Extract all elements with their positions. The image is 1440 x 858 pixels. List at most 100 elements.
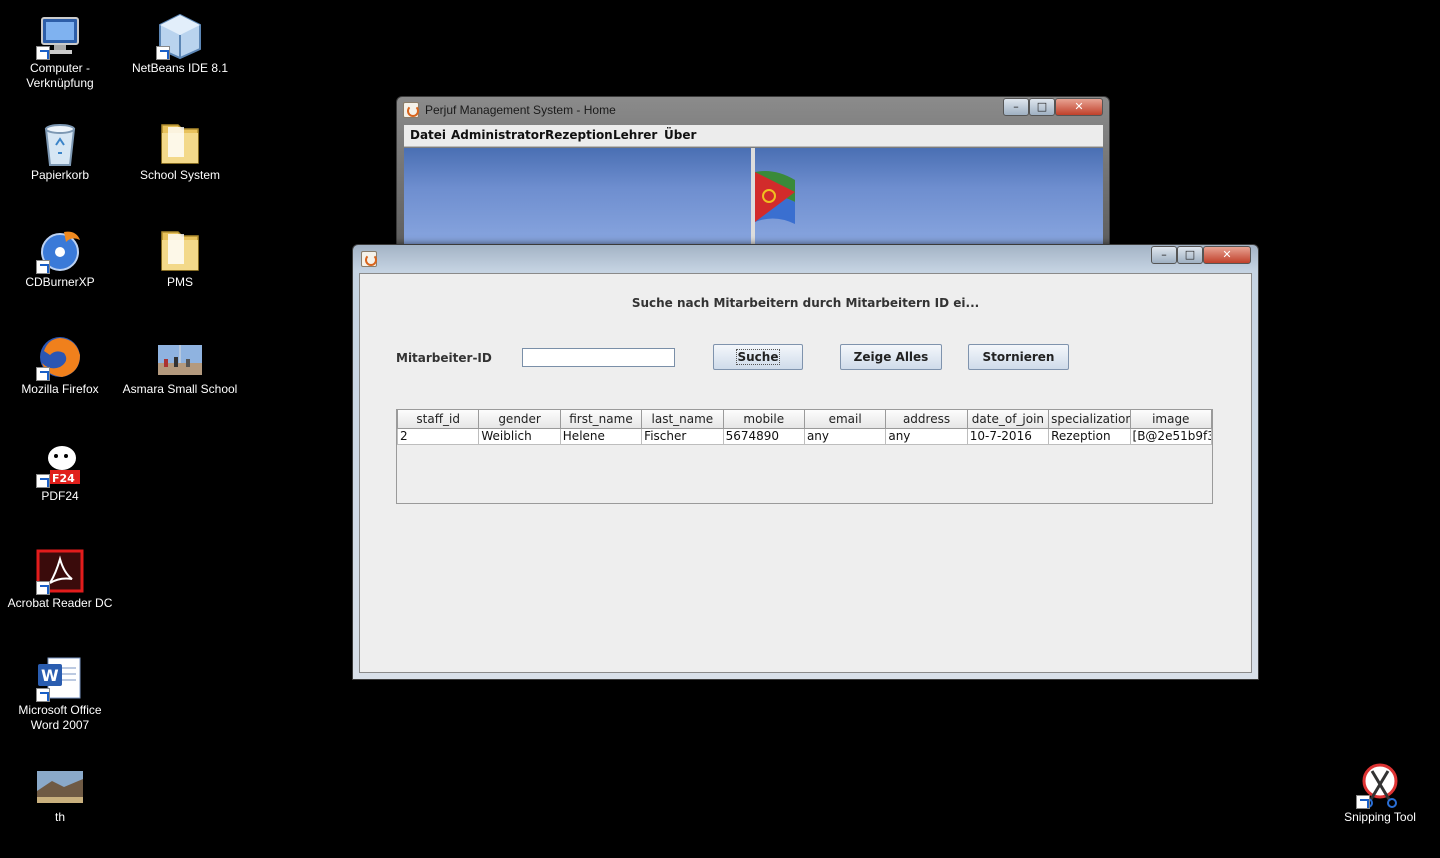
cancel-button[interactable]: Stornieren [968, 344, 1069, 370]
menu-datei[interactable]: Datei [410, 128, 446, 142]
column-header-image[interactable]: image [1129, 410, 1213, 429]
desktop-icon-cdburnerxp[interactable]: CDBurnerXP [0, 218, 120, 318]
main-window-titlebar[interactable]: Perjuf Management System - Home – □ ✕ [397, 97, 1109, 123]
desktop-icon-asmara-small-school[interactable]: Asmara Small School [120, 325, 240, 425]
photo-icon [36, 761, 84, 809]
dialog-content: Suche nach Mitarbeitern durch Mitarbeite… [359, 273, 1252, 673]
java-icon [403, 102, 419, 118]
search-heading: Suche nach Mitarbeitern durch Mitarbeite… [631, 296, 980, 310]
firefox-icon [36, 333, 84, 381]
column-header-first-name[interactable]: first_name [559, 410, 643, 429]
table-cell[interactable]: any [803, 427, 887, 445]
table-cell[interactable]: Rezeption [1048, 427, 1131, 445]
computer-icon [36, 12, 84, 60]
desktop-icon-label: Mozilla Firefox [21, 382, 99, 396]
menu-lehrer[interactable]: Lehrer [613, 128, 657, 142]
table-cell[interactable]: 5674890 [722, 427, 805, 445]
column-header-date-of-join[interactable]: date_of_join [966, 410, 1050, 429]
column-header-gender[interactable]: gender [478, 410, 561, 429]
svg-text:F24: F24 [52, 472, 75, 485]
table-cell[interactable]: Helene [559, 427, 643, 445]
menubar: Datei Administrator Rezeption Lehrer Übe… [404, 125, 1103, 147]
menu-administrator[interactable]: Administrator [451, 128, 545, 142]
scissors-icon [1356, 761, 1404, 809]
desktop-icon-label: Microsoft Office Word 2007 [18, 703, 102, 732]
column-header-email[interactable]: email [803, 410, 887, 429]
word-icon: W [36, 654, 84, 702]
table-cell[interactable]: Fischer [641, 427, 724, 445]
desktop-icon-computer[interactable]: Computer - Verknüpfung [0, 4, 120, 104]
staff-id-input[interactable] [522, 348, 675, 367]
acrobat-icon [36, 547, 84, 595]
main-window-title: Perjuf Management System - Home [425, 103, 616, 117]
table-header-row: staff_id gender first_name last_name mob… [396, 410, 1213, 429]
desktop-icon-pdf24[interactable]: F24 PDF24 [0, 432, 120, 532]
desktop-icon-label: NetBeans IDE 8.1 [131, 61, 229, 75]
menu-ueber[interactable]: Über [664, 128, 696, 142]
desktop-icon-recycle-bin[interactable]: Papierkorb [0, 111, 120, 211]
desktop-icon-acrobat-reader[interactable]: Acrobat Reader DC [0, 539, 120, 639]
home-background-image [404, 148, 1103, 248]
photo-icon [156, 333, 204, 381]
svg-text:W: W [41, 666, 59, 685]
shortcut-arrow-icon [36, 474, 50, 488]
netbeans-icon [156, 12, 204, 60]
close-button[interactable]: ✕ [1055, 98, 1103, 116]
desktop-icon-netbeans[interactable]: NetBeans IDE 8.1 [120, 4, 240, 104]
search-button-label: Suche [735, 349, 781, 365]
minimize-button[interactable]: – [1003, 98, 1029, 116]
folder-icon [156, 119, 204, 167]
shortcut-arrow-icon [36, 46, 50, 60]
maximize-button[interactable]: □ [1177, 246, 1203, 264]
staff-table-grid: staff_id gender first_name last_name mob… [396, 410, 1213, 445]
show-all-button[interactable]: Zeige Alles [840, 344, 942, 370]
column-header-specialization[interactable]: specialization [1048, 410, 1131, 429]
shortcut-arrow-icon [36, 260, 50, 274]
table-cell[interactable]: 2 [396, 427, 480, 445]
desktop-icon-firefox[interactable]: Mozilla Firefox [0, 325, 120, 425]
desktop-icon-label: Papierkorb [30, 168, 90, 182]
main-window[interactable]: Perjuf Management System - Home – □ ✕ Da… [396, 96, 1110, 256]
desktop-icon-label: th [54, 810, 65, 824]
table-cell[interactable]: Weiblich [478, 427, 561, 445]
desktop-icon-label: Acrobat Reader DC [7, 596, 113, 610]
desktop-icon-th[interactable]: th [0, 753, 120, 853]
desktop-icon-pms[interactable]: PMS [120, 218, 240, 318]
desktop-icon-snipping-tool[interactable]: Snipping Tool [1320, 753, 1440, 853]
flag-image [755, 171, 795, 224]
shortcut-arrow-icon [36, 367, 50, 381]
table-cell[interactable]: any [885, 427, 968, 445]
desktop-icon-word-2007[interactable]: W Microsoft Office Word 2007 [0, 646, 120, 746]
column-header-last-name[interactable]: last_name [641, 410, 724, 429]
folder-icon [156, 226, 204, 274]
menu-rezeption[interactable]: Rezeption [545, 128, 613, 142]
java-icon [361, 251, 377, 267]
column-header-address[interactable]: address [885, 410, 968, 429]
desktop-icon-label: Snipping Tool [1344, 810, 1416, 824]
desktop-icon-label: PDF24 [41, 489, 79, 503]
desktop-icon-label: Computer - Verknüpfung [26, 61, 94, 90]
search-dialog[interactable]: – □ ✕ Suche nach Mitarbeitern durch Mita… [352, 244, 1259, 680]
shortcut-arrow-icon [1356, 795, 1370, 809]
column-header-mobile[interactable]: mobile [722, 410, 805, 429]
desktop-icon-school-system[interactable]: School System [120, 111, 240, 211]
desktop-icon-label: CDBurnerXP [25, 275, 95, 289]
shortcut-arrow-icon [36, 581, 50, 595]
pdf24-icon: F24 [36, 440, 84, 488]
desktop-icon-label: Asmara Small School [122, 382, 238, 396]
close-button[interactable]: ✕ [1203, 246, 1251, 264]
minimize-button[interactable]: – [1151, 246, 1177, 264]
search-button[interactable]: Suche [713, 344, 803, 370]
dialog-titlebar[interactable]: – □ ✕ [353, 245, 1258, 271]
shortcut-arrow-icon [36, 688, 50, 702]
table-cell[interactable]: [B@2e51b9f3 [1129, 427, 1213, 445]
table-row[interactable]: 2 Weiblich Helene Fischer 5674890 any an… [396, 427, 1213, 445]
cd-burner-icon [36, 226, 84, 274]
maximize-button[interactable]: □ [1029, 98, 1055, 116]
staff-table[interactable]: staff_id gender first_name last_name mob… [396, 409, 1213, 504]
table-cell[interactable]: 10-7-2016 [966, 427, 1050, 445]
column-header-staff-id[interactable]: staff_id [396, 410, 480, 429]
shortcut-arrow-icon [156, 46, 170, 60]
desktop-icon-label: School System [139, 168, 221, 182]
desktop-icon-label: PMS [166, 275, 193, 289]
